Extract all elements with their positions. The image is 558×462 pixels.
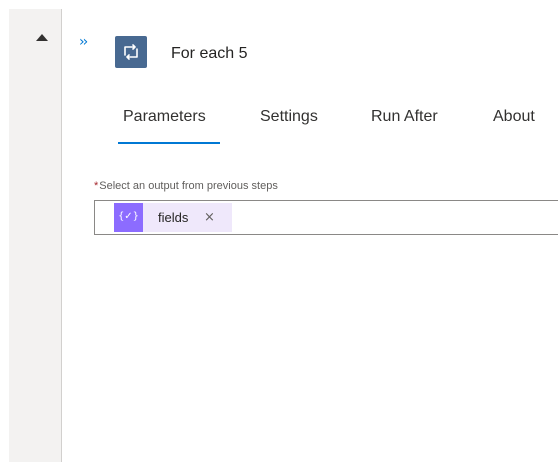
- scroll-up-icon[interactable]: [36, 34, 48, 41]
- collapse-chevron-icon[interactable]: ››: [79, 35, 88, 49]
- tab-parameters[interactable]: Parameters: [123, 108, 206, 126]
- loop-icon: [115, 36, 147, 68]
- dynamic-content-token[interactable]: {✓} fields ×: [114, 203, 232, 232]
- action-panel: ›› For each 5 Parameters Settings Run Af…: [63, 9, 558, 462]
- left-gutter: [9, 9, 62, 462]
- expression-icon: {✓}: [114, 203, 143, 232]
- active-tab-indicator: [118, 142, 220, 144]
- tab-settings[interactable]: Settings: [260, 108, 318, 126]
- top-border: [0, 0, 558, 9]
- token-label: fields: [158, 210, 189, 225]
- output-select-input[interactable]: {✓} fields ×: [94, 200, 558, 235]
- field-label-text: Select an output from previous steps: [99, 180, 278, 192]
- required-marker: *: [94, 180, 99, 192]
- tab-run-after[interactable]: Run After: [371, 108, 438, 126]
- close-icon[interactable]: ×: [204, 210, 215, 225]
- action-title[interactable]: For each 5: [171, 45, 247, 63]
- tab-about[interactable]: About: [493, 108, 535, 126]
- field-label: *Select an output from previous steps: [94, 180, 278, 193]
